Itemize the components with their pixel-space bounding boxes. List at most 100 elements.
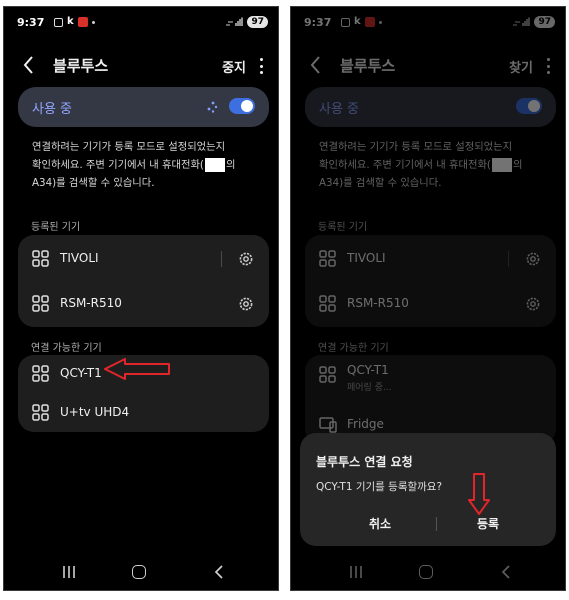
app-notification-icon — [364, 17, 375, 27]
use-label: 사용 중 — [32, 102, 73, 117]
status-bar: 9:37 k 97 — [4, 7, 278, 37]
device-row[interactable]: TIVOLI — [18, 237, 269, 281]
description: 연결하려는 기기가 등록 모드로 설정되었는지 확인하세요. 주변 기기에서 내… — [319, 138, 553, 192]
device-name: QCY-T1 — [347, 363, 389, 377]
signal-icon — [226, 17, 244, 26]
description-line: A34)를 검색할 수 있습니다. — [32, 177, 155, 189]
tv-icon — [319, 417, 337, 433]
recents-nav-icon[interactable] — [349, 566, 363, 578]
registered-devices-label: 등록된 기기 — [31, 222, 81, 233]
device-name: RSM-R510 — [347, 296, 409, 310]
notification-icons: k — [54, 17, 95, 27]
navigation-bar — [4, 554, 278, 590]
description: 연결하려는 기기가 등록 모드로 설정되었는지 확인하세요. 주변 기기에서 내… — [32, 138, 266, 192]
scan-button[interactable]: 찾기 — [509, 57, 533, 76]
recents-nav-icon[interactable] — [62, 566, 76, 578]
device-row[interactable]: QCY-T1 페어링 중... — [305, 353, 556, 397]
device-icon — [319, 295, 336, 312]
status-time: 9:37 — [304, 16, 332, 29]
device-name: Fridge — [347, 417, 384, 431]
description-line: 연결하려는 기기가 등록 모드로 설정되었는지 — [32, 141, 226, 153]
status-right: 97 — [512, 16, 555, 28]
bluetooth-toggle-bar[interactable]: 사용 중 — [305, 87, 556, 127]
dialog-message: QCY-T1 기기를 등록할까요? — [316, 481, 443, 493]
more-notifications-icon — [378, 20, 382, 24]
signal-icon — [513, 17, 531, 26]
registered-devices-list: TIVOLI RSM-R510 — [305, 235, 556, 327]
description-line: 확인하세요. 주변 기기에서 내 휴대전화( 의 — [32, 156, 266, 174]
use-label: 사용 중 — [319, 102, 360, 117]
gear-icon[interactable] — [237, 295, 255, 313]
annotation-arrow-down-icon — [468, 473, 490, 515]
device-row[interactable]: RSM-R510 — [18, 282, 269, 326]
app-header: 블루투스 찾기 — [291, 51, 565, 81]
device-row[interactable]: U+tv UHD4 — [18, 391, 269, 435]
device-icon — [32, 365, 49, 382]
back-nav-icon[interactable] — [212, 564, 226, 580]
device-name: RSM-R510 — [60, 296, 122, 310]
bluetooth-toggle[interactable] — [229, 98, 255, 114]
battery-icon: 97 — [247, 16, 268, 28]
page-title: 블루투스 — [53, 57, 109, 75]
description-text: 확인하세요. 주변 기기에서 내 휴대전화( — [32, 159, 204, 171]
description-line: 연결하려는 기기가 등록 모드로 설정되었는지 — [319, 141, 513, 153]
page-title: 블루투스 — [340, 57, 396, 75]
status-time: 9:37 — [17, 16, 45, 29]
gear-icon[interactable] — [524, 295, 542, 313]
description-text: 의 — [512, 159, 523, 171]
home-nav-icon[interactable] — [132, 565, 146, 579]
status-right: 97 — [225, 16, 268, 28]
cancel-button[interactable]: 취소 — [340, 515, 420, 532]
notification-icons: k — [341, 17, 382, 27]
device-row[interactable]: TIVOLI — [305, 237, 556, 281]
redacted-block — [491, 158, 512, 172]
bluetooth-toggle[interactable] — [516, 98, 542, 114]
device-name: TIVOLI — [347, 251, 386, 265]
description-line: 확인하세요. 주변 기기에서 내 휴대전화( 의 — [319, 156, 553, 174]
divider — [221, 251, 222, 267]
phone-screen-left: 9:37 k 97 블루투스 중지 사용 중 연결하려는 기기가 등록 모드로 … — [3, 6, 279, 591]
back-nav-icon[interactable] — [499, 564, 513, 580]
more-notifications-icon — [91, 20, 95, 24]
pairing-status: 페어링 중... — [347, 383, 392, 393]
k-icon: k — [67, 16, 74, 27]
registered-devices-label: 등록된 기기 — [318, 222, 368, 233]
sparkle-icon[interactable] — [205, 100, 219, 114]
description-text: 의 — [225, 159, 236, 171]
device-icon — [32, 295, 49, 312]
redacted-block — [204, 158, 225, 172]
status-bar: 9:37 k 97 — [291, 7, 565, 37]
notification-icon — [54, 17, 63, 27]
pairing-dialog: 블루투스 연결 요청 QCY-T1 기기를 등록할까요? 취소 등록 — [300, 433, 556, 546]
device-icon — [319, 250, 336, 267]
battery-icon: 97 — [534, 16, 555, 28]
device-name: QCY-T1 — [60, 366, 102, 380]
description-text: 확인하세요. 주변 기기에서 내 휴대전화( — [319, 159, 491, 171]
device-icon — [32, 404, 49, 421]
register-button[interactable]: 등록 — [448, 515, 528, 532]
gear-icon[interactable] — [524, 250, 542, 268]
phone-screen-right: 9:37 k 97 블루투스 찾기 사용 중 연결하려는 기기가 등록 모드로 … — [290, 6, 566, 591]
app-header: 블루투스 중지 — [4, 51, 278, 81]
device-icon — [32, 250, 49, 267]
kebab-menu-icon[interactable] — [545, 58, 551, 74]
back-icon[interactable] — [20, 53, 38, 77]
stop-button[interactable]: 중지 — [222, 57, 246, 76]
navigation-bar — [291, 554, 565, 590]
divider — [508, 251, 509, 267]
description-line: A34)를 검색할 수 있습니다. — [319, 177, 442, 189]
device-name: TIVOLI — [60, 251, 99, 265]
back-icon[interactable] — [307, 53, 325, 77]
registered-devices-list: TIVOLI RSM-R510 — [18, 235, 269, 327]
app-notification-icon — [77, 17, 88, 27]
gear-icon[interactable] — [237, 250, 255, 268]
available-devices-label: 연결 가능한 기기 — [318, 343, 389, 354]
notification-icon — [341, 17, 350, 27]
available-devices-list: QCY-T1 페어링 중... Fridge — [305, 355, 556, 445]
bluetooth-toggle-bar[interactable]: 사용 중 — [18, 87, 269, 127]
device-icon — [319, 366, 336, 383]
kebab-menu-icon[interactable] — [258, 58, 264, 74]
device-row[interactable]: RSM-R510 — [305, 282, 556, 326]
k-icon: k — [354, 16, 361, 27]
home-nav-icon[interactable] — [419, 565, 433, 579]
